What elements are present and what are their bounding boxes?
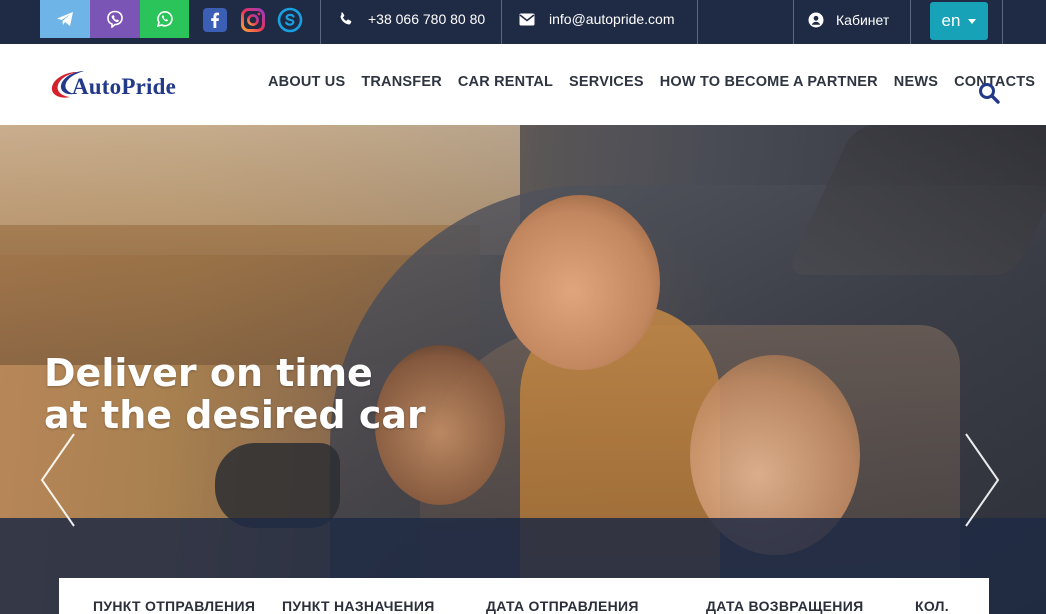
language-value[interactable]: en — [942, 11, 961, 31]
cabinet-label[interactable]: Кабинет — [836, 12, 889, 28]
facebook-link[interactable] — [202, 7, 228, 33]
slider-prev-arrow-icon[interactable] — [38, 430, 78, 530]
hero-title-line-1: Deliver on time — [44, 351, 373, 395]
destination-point-label: ПУНКТ НАЗНАЧЕНИЯ — [282, 598, 435, 614]
search-icon[interactable] — [978, 82, 1000, 104]
logo-text[interactable]: AutoPride — [72, 74, 176, 100]
instagram-icon — [241, 8, 265, 32]
divider — [697, 0, 698, 44]
viber-icon — [107, 10, 123, 28]
booking-form: ПУНКТ ОТПРАВЛЕНИЯ ПУНКТ НАЗНАЧЕНИЯ ДАТА … — [59, 578, 989, 614]
facebook-icon — [203, 8, 227, 32]
departure-point-label: ПУНКТ ОТПРАВЛЕНИЯ — [93, 598, 256, 614]
hero-title-line-2: at the desired car — [44, 393, 426, 437]
hero-photo-mirror — [215, 443, 340, 528]
phone-contact[interactable]: +38 066 780 80 80 — [338, 0, 485, 38]
nav-transfer[interactable]: TRANSFER — [361, 74, 442, 90]
envelope-icon — [519, 13, 535, 25]
instagram-link[interactable] — [240, 7, 266, 33]
main-header: AutoPride ABOUT US TRANSFER CAR RENTAL S… — [0, 44, 1046, 125]
top-bar: +38 066 780 80 80 info@autopride.com Каб… — [0, 0, 1046, 44]
return-date-label: ДАТА ВОЗВРАЩЕНИЯ — [706, 598, 864, 614]
hero-slider: Deliver on time at the desired car — [0, 125, 1046, 614]
caret-down-icon — [968, 18, 977, 24]
nav-car-rental[interactable]: CAR RENTAL — [458, 74, 553, 90]
telegram-link[interactable] — [40, 0, 90, 38]
phone-number[interactable]: +38 066 780 80 80 — [368, 11, 485, 27]
hero-photo-roof-rack — [785, 125, 1046, 275]
divider — [793, 0, 794, 44]
phone-icon — [340, 12, 352, 25]
nav-services[interactable]: SERVICES — [569, 74, 644, 90]
divider — [320, 0, 321, 44]
telegram-icon — [57, 12, 73, 26]
user-icon — [808, 12, 824, 28]
divider — [1002, 0, 1003, 44]
nav-become-partner[interactable]: HOW TO BECOME A PARTNER — [660, 74, 878, 90]
whatsapp-link[interactable] — [140, 0, 189, 38]
viber-link[interactable] — [90, 0, 140, 38]
quantity-label: КОЛ. — [915, 598, 949, 614]
hero-photo-boy — [500, 195, 660, 370]
email-address[interactable]: info@autopride.com — [549, 11, 675, 27]
cabinet-link[interactable]: Кабинет — [808, 0, 889, 40]
skype-icon — [277, 7, 303, 33]
main-nav: ABOUT US TRANSFER CAR RENTAL SERVICES HO… — [268, 74, 1046, 90]
slider-next-arrow-icon[interactable] — [962, 430, 1002, 530]
hero-title: Deliver on time at the desired car — [44, 352, 426, 436]
skype-link[interactable] — [277, 7, 303, 33]
nav-about-us[interactable]: ABOUT US — [268, 74, 345, 90]
nav-news[interactable]: NEWS — [894, 74, 938, 90]
language-dropdown[interactable]: en — [930, 2, 988, 40]
departure-date-label: ДАТА ОТПРАВЛЕНИЯ — [486, 598, 639, 614]
whatsapp-icon — [156, 10, 173, 28]
divider — [501, 0, 502, 44]
divider — [910, 0, 911, 44]
email-contact[interactable]: info@autopride.com — [519, 0, 675, 38]
